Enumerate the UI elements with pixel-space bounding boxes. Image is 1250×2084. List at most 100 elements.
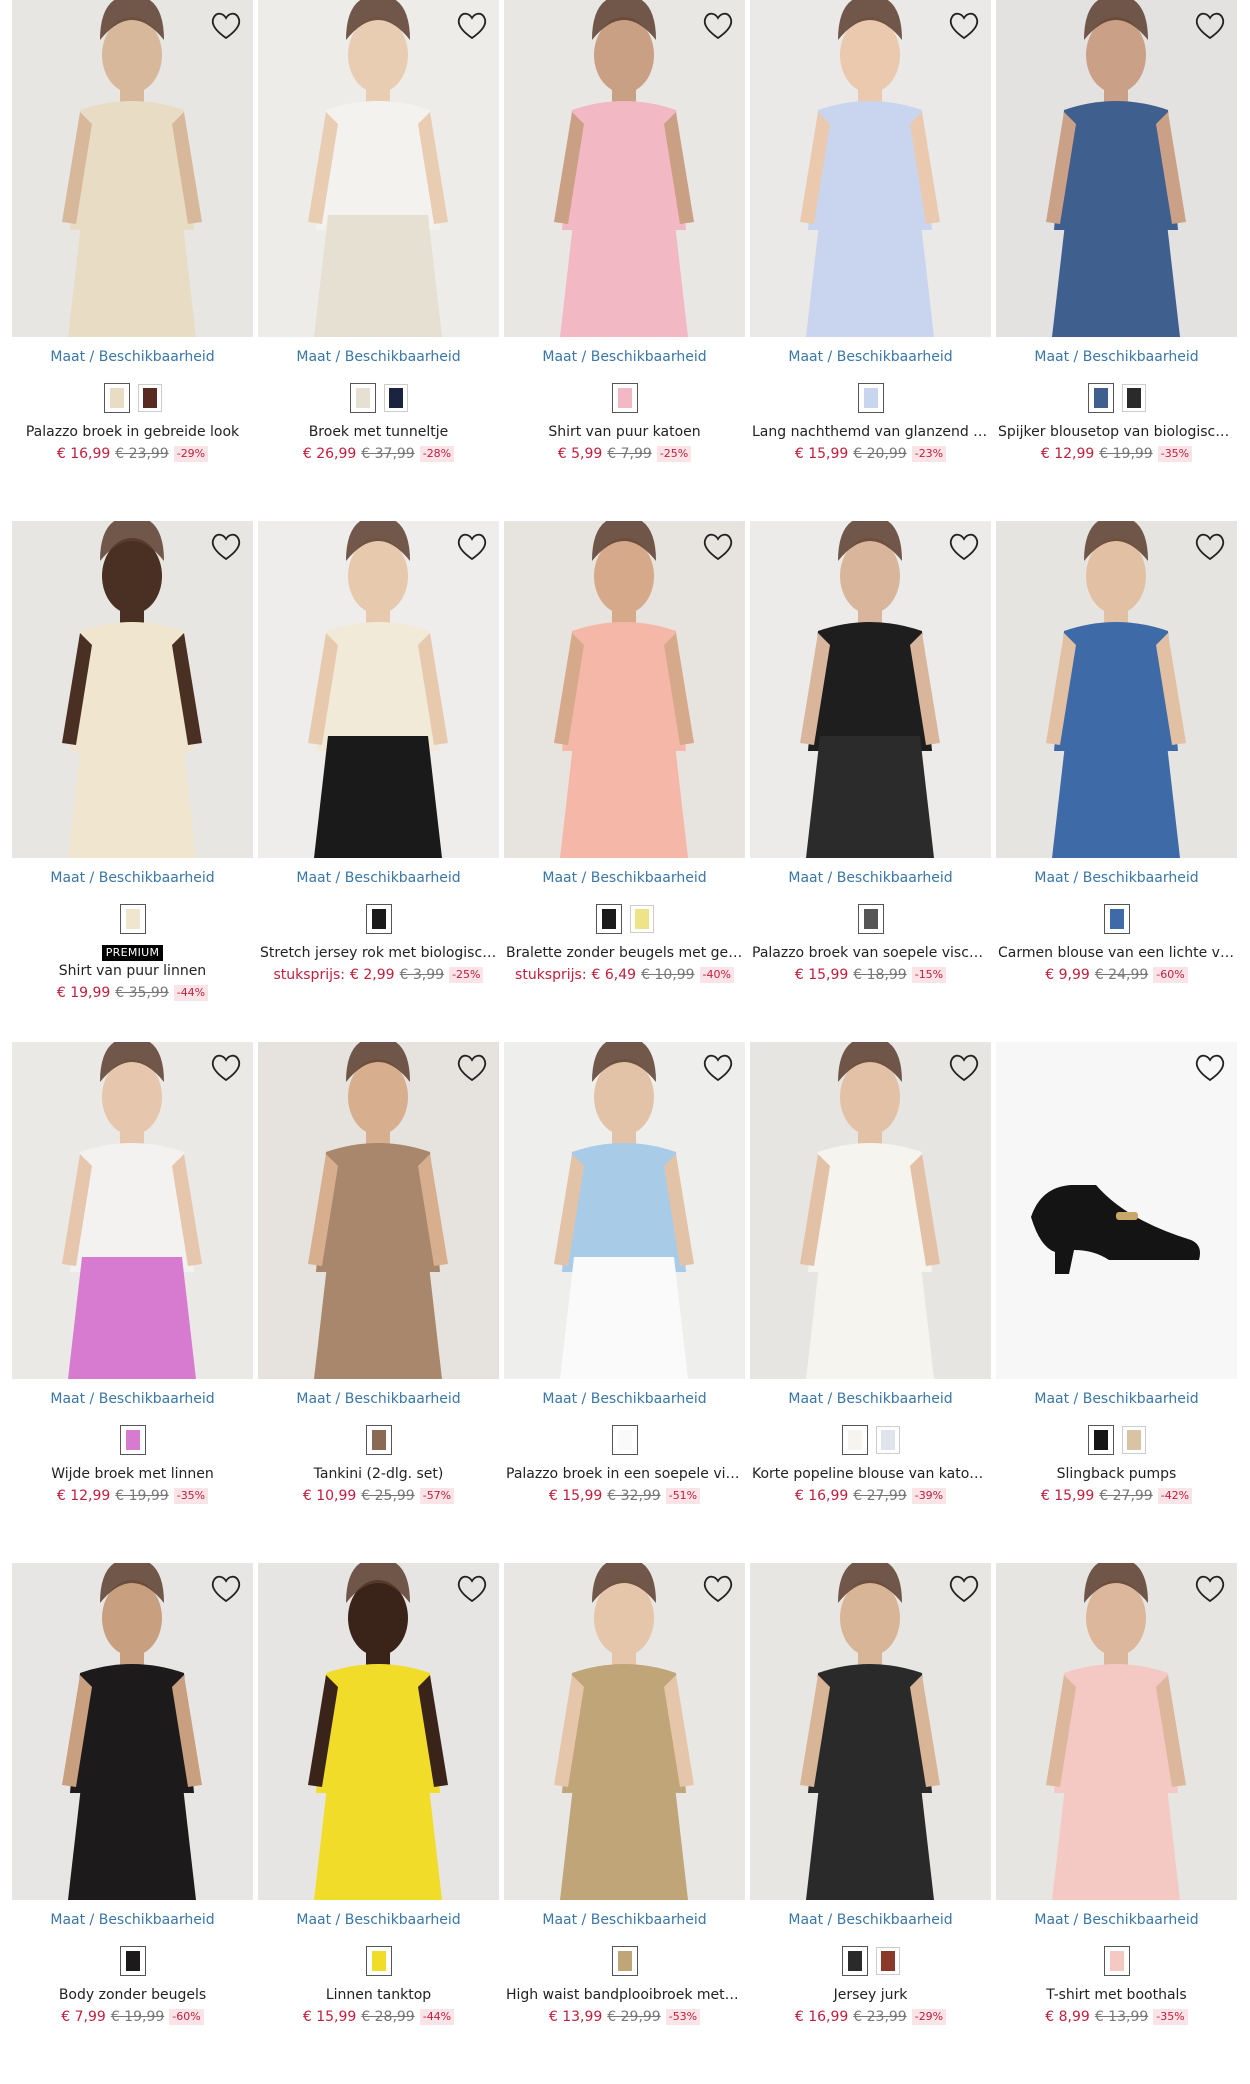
color-swatch[interactable] [841, 1946, 868, 1976]
product-name[interactable]: Jersey jurk [750, 1987, 991, 2007]
color-swatch[interactable] [1121, 1426, 1146, 1454]
color-swatch[interactable] [365, 1425, 392, 1455]
size-availability-link[interactable]: Maat / Beschikbaarheid [258, 349, 499, 369]
wishlist-heart-icon[interactable] [1193, 531, 1227, 563]
size-availability-link[interactable]: Maat / Beschikbaarheid [258, 1391, 499, 1411]
size-availability-link[interactable]: Maat / Beschikbaarheid [504, 1391, 745, 1411]
wishlist-heart-icon[interactable] [1193, 1052, 1227, 1084]
size-availability-link[interactable]: Maat / Beschikbaarheid [996, 1912, 1237, 1932]
product-name[interactable]: Korte popeline blouse van katoen … [750, 1466, 991, 1486]
size-availability-link[interactable]: Maat / Beschikbaarheid [750, 870, 991, 890]
product-image[interactable] [996, 1563, 1237, 1900]
product-name[interactable]: Palazzo broek in gebreide look [12, 424, 253, 444]
product-image[interactable] [258, 521, 499, 858]
color-swatch[interactable] [119, 1425, 146, 1455]
size-availability-link[interactable]: Maat / Beschikbaarheid [996, 870, 1237, 890]
product-card[interactable]: Maat / Beschikbaarheid High waist bandplo… [504, 1563, 745, 2084]
product-name[interactable]: Broek met tunneltje [258, 424, 499, 444]
size-availability-link[interactable]: Maat / Beschikbaarheid [504, 870, 745, 890]
product-image[interactable] [750, 0, 991, 337]
wishlist-heart-icon[interactable] [209, 10, 243, 42]
product-card[interactable]: Maat / Beschikbaarheid T-shirt met bootha… [996, 1563, 1237, 2084]
product-card[interactable]: Maat / Beschikbaarheid Lang nachthemd van… [750, 0, 991, 521]
product-card[interactable]: Maat / Beschikbaarheid Spijker blousetop … [996, 0, 1237, 521]
product-card[interactable]: Maat / Beschikbaarheid Stretch jersey rok… [258, 521, 499, 1042]
color-swatch[interactable] [611, 383, 638, 413]
product-image[interactable] [12, 1563, 253, 1900]
product-name[interactable]: Palazzo broek in een soepele viscos… [504, 1466, 745, 1486]
color-swatch[interactable] [119, 904, 146, 934]
product-name[interactable]: Wijde broek met linnen [12, 1466, 253, 1486]
color-swatch[interactable] [1087, 1425, 1114, 1455]
size-availability-link[interactable]: Maat / Beschikbaarheid [750, 1391, 991, 1411]
product-card[interactable]: Maat / Beschikbaarheid Body zonder beugel… [12, 1563, 253, 2084]
product-image[interactable] [12, 1042, 253, 1379]
size-availability-link[interactable]: Maat / Beschikbaarheid [12, 349, 253, 369]
wishlist-heart-icon[interactable] [209, 531, 243, 563]
product-card[interactable]: Maat / Beschikbaarheid Palazzo broek in g… [12, 0, 253, 521]
color-swatch[interactable] [103, 383, 130, 413]
wishlist-heart-icon[interactable] [1193, 1573, 1227, 1605]
size-availability-link[interactable]: Maat / Beschikbaarheid [12, 870, 253, 890]
product-card[interactable]: Maat / Beschikbaarheid Tankini (2-dlg. se… [258, 1042, 499, 1563]
product-name[interactable]: Linnen tanktop [258, 1987, 499, 2007]
product-name[interactable]: High waist bandplooibroek met linn… [504, 1987, 745, 2007]
product-card[interactable]: Maat / Beschikbaarheid Broek met tunneltj… [258, 0, 499, 521]
product-name[interactable]: Lang nachthemd van glanzend satijn [750, 424, 991, 444]
product-name[interactable]: Carmen blouse van een lichte visco… [996, 945, 1237, 965]
product-name[interactable]: Bralette zonder beugels met gevul… [504, 945, 745, 965]
product-card[interactable]: Maat / Beschikbaarheid Shirt van puur kat… [504, 0, 745, 521]
color-swatch[interactable] [611, 1946, 638, 1976]
product-image[interactable] [504, 0, 745, 337]
wishlist-heart-icon[interactable] [1193, 10, 1227, 42]
product-image[interactable] [12, 521, 253, 858]
product-card[interactable]: Maat / Beschikbaarheid Linnen tanktop € 15… [258, 1563, 499, 2084]
product-image[interactable] [996, 0, 1237, 337]
color-swatch[interactable] [365, 1946, 392, 1976]
color-swatch[interactable] [119, 1946, 146, 1976]
size-availability-link[interactable]: Maat / Beschikbaarheid [996, 1391, 1237, 1411]
wishlist-heart-icon[interactable] [701, 531, 735, 563]
color-swatch[interactable] [365, 904, 392, 934]
product-name[interactable]: Shirt van puur katoen [504, 424, 745, 444]
size-availability-link[interactable]: Maat / Beschikbaarheid [996, 349, 1237, 369]
product-image[interactable] [750, 1042, 991, 1379]
color-swatch[interactable] [1103, 904, 1130, 934]
product-card[interactable]: Maat / Beschikbaarheid Jersey jurk € 16,99… [750, 1563, 991, 2084]
color-swatch[interactable] [875, 1426, 900, 1454]
size-availability-link[interactable]: Maat / Beschikbaarheid [12, 1912, 253, 1932]
size-availability-link[interactable]: Maat / Beschikbaarheid [504, 1912, 745, 1932]
color-swatch[interactable] [1087, 383, 1114, 413]
wishlist-heart-icon[interactable] [455, 531, 489, 563]
color-swatch[interactable] [383, 384, 408, 412]
product-image[interactable] [258, 1563, 499, 1900]
product-image[interactable] [504, 521, 745, 858]
product-card[interactable]: Maat / Beschikbaarheid Palazzo broek van … [750, 521, 991, 1042]
product-image[interactable] [258, 0, 499, 337]
color-swatch[interactable] [137, 384, 162, 412]
wishlist-heart-icon[interactable] [947, 10, 981, 42]
color-swatch[interactable] [629, 905, 654, 933]
color-swatch[interactable] [1121, 384, 1146, 412]
color-swatch[interactable] [875, 1947, 900, 1975]
color-swatch[interactable] [349, 383, 376, 413]
wishlist-heart-icon[interactable] [455, 1573, 489, 1605]
color-swatch[interactable] [595, 904, 622, 934]
wishlist-heart-icon[interactable] [701, 1052, 735, 1084]
size-availability-link[interactable]: Maat / Beschikbaarheid [750, 1912, 991, 1932]
product-name[interactable]: Spijker blousetop van biologisch ka… [996, 424, 1237, 444]
product-card[interactable]: Maat / Beschikbaarheid Slingback pumps € 1… [996, 1042, 1237, 1563]
product-name[interactable]: Slingback pumps [996, 1466, 1237, 1486]
product-card[interactable]: Maat / Beschikbaarheid PREMIUM Shirt van p… [12, 521, 253, 1042]
product-image[interactable] [12, 0, 253, 337]
size-availability-link[interactable]: Maat / Beschikbaarheid [750, 349, 991, 369]
wishlist-heart-icon[interactable] [701, 10, 735, 42]
product-name[interactable]: T-shirt met boothals [996, 1987, 1237, 2007]
product-name[interactable]: Body zonder beugels [12, 1987, 253, 2007]
size-availability-link[interactable]: Maat / Beschikbaarheid [258, 1912, 499, 1932]
product-name[interactable]: Tankini (2-dlg. set) [258, 1466, 499, 1486]
product-image[interactable] [996, 521, 1237, 858]
color-swatch[interactable] [841, 1425, 868, 1455]
product-image[interactable] [996, 1042, 1237, 1379]
product-name[interactable]: Stretch jersey rok met biologisch k… [258, 945, 499, 965]
